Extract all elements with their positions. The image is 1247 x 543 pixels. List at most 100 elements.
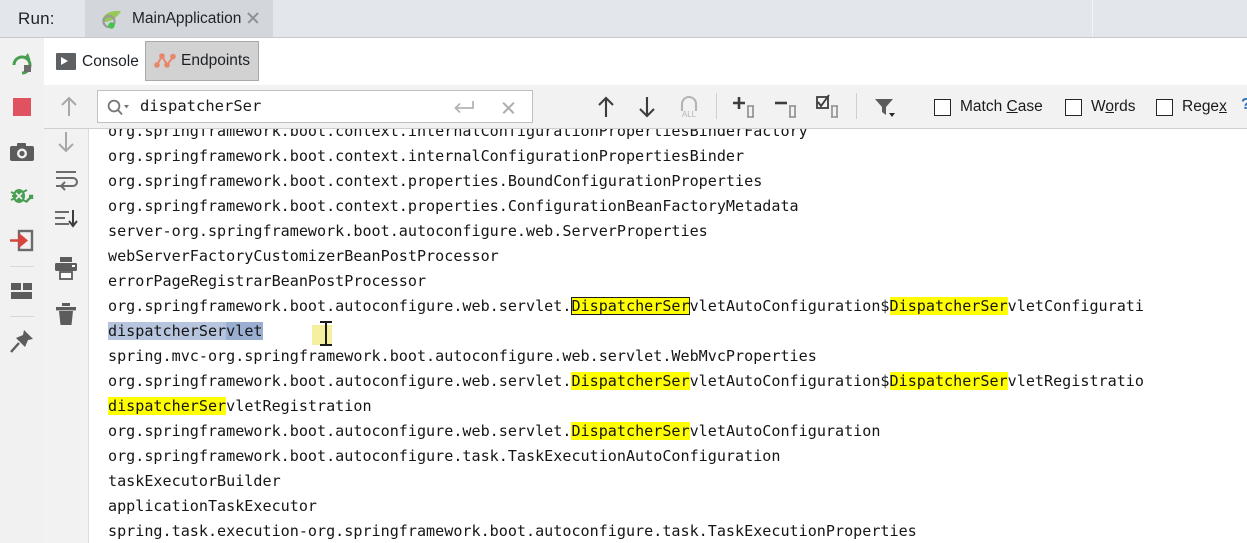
line-text: errorPageRegistrarBeanPostProcessor bbox=[108, 272, 427, 290]
line-text: taskExecutorBuilder bbox=[108, 472, 281, 490]
line-text: org.springframework.boot.autoconfigure.w… bbox=[108, 297, 572, 315]
tab-console[interactable]: Console bbox=[56, 42, 139, 81]
tab-endpoints[interactable]: Endpoints bbox=[145, 41, 259, 81]
line-text: vletAutoConfiguration$ bbox=[689, 297, 890, 315]
console-line: dispatcherServletRegistration bbox=[108, 394, 372, 419]
printer-icon[interactable] bbox=[53, 255, 79, 281]
export-arrow-icon[interactable] bbox=[9, 228, 35, 254]
console-actions-rail bbox=[44, 129, 89, 543]
console-line: applicationTaskExecutor bbox=[108, 494, 317, 519]
scroll-to-end-button[interactable] bbox=[53, 207, 79, 233]
toolbar-separator-1 bbox=[716, 93, 717, 119]
checkbox-words[interactable]: Words bbox=[1065, 95, 1136, 119]
soft-wrap-button[interactable] bbox=[53, 167, 79, 193]
checkbox-regex[interactable]: Regex bbox=[1156, 95, 1227, 119]
line-text: vletAutoConfiguration bbox=[689, 422, 881, 440]
endpoints-graph-icon bbox=[154, 52, 176, 70]
run-tab-title: MainApplication bbox=[132, 10, 242, 27]
pin-icon[interactable] bbox=[9, 328, 35, 354]
rerun-icon[interactable] bbox=[9, 50, 35, 76]
match-highlight: DispatcherSer bbox=[571, 297, 690, 315]
console-line: spring.task.execution-org.springframewor… bbox=[108, 519, 917, 543]
line-text: applicationTaskExecutor bbox=[108, 497, 318, 515]
console-line: errorPageRegistrarBeanPostProcessor bbox=[108, 269, 426, 294]
line-text: org.springframework.boot.context.interna… bbox=[108, 129, 808, 140]
console-line: org.springframework.boot.context.propert… bbox=[108, 169, 762, 194]
svg-text:ALL: ALL bbox=[682, 110, 697, 119]
toolbar-separator-2 bbox=[856, 93, 857, 119]
line-text: org.springframework.boot.autoconfigure.w… bbox=[108, 422, 572, 440]
checkbox-box[interactable] bbox=[934, 98, 951, 116]
console-line: org.springframework.boot.autoconfigure.w… bbox=[108, 294, 1144, 319]
line-text: spring.task.execution-org.springframewor… bbox=[108, 522, 917, 540]
line-text: vletConfigurati bbox=[1007, 297, 1144, 315]
console-line: dispatcherServlet bbox=[108, 319, 263, 344]
match-highlight: DispatcherSer bbox=[571, 422, 690, 440]
console-terminal-icon bbox=[56, 53, 76, 70]
tab-endpoints-label: Endpoints bbox=[181, 52, 250, 69]
match-highlight: DispatcherSer bbox=[889, 372, 1008, 390]
line-text: webServerFactoryCustomizerBeanPostProces… bbox=[108, 247, 499, 265]
run-tab-bar: Run: MainApplication bbox=[0, 0, 1247, 38]
console-line: org.springframework.boot.autoconfigure.w… bbox=[108, 419, 880, 444]
console-line: taskExecutorBuilder bbox=[108, 469, 281, 494]
match-highlight: dispatcherSer bbox=[108, 397, 227, 415]
bug-icon[interactable] bbox=[9, 184, 35, 210]
search-magnifier-dropdown-icon[interactable] bbox=[107, 99, 131, 116]
line-text: server-org.springframework.boot.autoconf… bbox=[108, 222, 708, 240]
console-line: server-org.springframework.boot.autoconf… bbox=[108, 219, 708, 244]
line-text: org.springframework.boot.context.interna… bbox=[108, 147, 745, 165]
search-input[interactable]: dispatcherSer bbox=[97, 90, 533, 123]
line-text: org.springframework.boot.context.propert… bbox=[108, 172, 763, 190]
line-text: org.springframework.boot.autoconfigure.w… bbox=[108, 372, 572, 390]
console-line: spring.mvc-org.springframework.boot.auto… bbox=[108, 344, 817, 369]
checkbox-words-label: Words bbox=[1091, 98, 1136, 115]
enter-return-icon[interactable] bbox=[452, 99, 474, 115]
camera-icon[interactable] bbox=[9, 140, 35, 166]
find-next-button[interactable] bbox=[634, 94, 660, 120]
checkbox-box[interactable] bbox=[1156, 98, 1173, 116]
match-highlight: DispatcherSer bbox=[571, 372, 690, 390]
console-line: org.springframework.boot.context.interna… bbox=[108, 144, 744, 169]
tab-console-label: Console bbox=[82, 52, 139, 70]
match-highlight: DispatcherSer bbox=[889, 297, 1008, 315]
checkbox-match-case-label: Match Case bbox=[960, 98, 1043, 115]
text-cursor-icon bbox=[320, 320, 332, 348]
remove-lines-button[interactable] bbox=[772, 94, 798, 120]
console-line: org.springframework.boot.autoconfigure.w… bbox=[108, 369, 1144, 394]
spring-leaf-icon bbox=[101, 9, 123, 29]
console-line: webServerFactoryCustomizerBeanPostProces… bbox=[108, 244, 499, 269]
line-text: org.springframework.boot.context.propert… bbox=[108, 197, 799, 215]
scroll-up-button[interactable] bbox=[56, 94, 82, 120]
console-line: org.springframework.boot.context.interna… bbox=[108, 129, 808, 144]
line-text: vletAutoConfiguration$ bbox=[689, 372, 890, 390]
run-tool-window: Run: MainApplication Console Endpoints d… bbox=[0, 0, 1247, 543]
console-line: org.springframework.boot.autoconfigure.t… bbox=[108, 444, 780, 469]
run-tab-bar-divider bbox=[1092, 0, 1093, 38]
check-lines-button[interactable] bbox=[814, 94, 840, 120]
match-highlight: vlet bbox=[226, 322, 263, 340]
scroll-down-button[interactable] bbox=[53, 129, 79, 155]
trash-icon[interactable] bbox=[53, 301, 79, 327]
close-icon[interactable] bbox=[246, 11, 260, 25]
stop-square-icon[interactable] bbox=[9, 94, 35, 120]
clear-search-icon[interactable] bbox=[501, 100, 516, 115]
console-tool-tabs: Console Endpoints bbox=[44, 38, 1247, 85]
match-highlight: dispatcherSer bbox=[108, 322, 227, 340]
checkbox-match-case[interactable]: Match Case bbox=[934, 95, 1043, 119]
select-all-occurrences-button[interactable]: ALL bbox=[676, 94, 702, 120]
console-output[interactable]: org.springframework.boot.context.interna… bbox=[44, 129, 1247, 543]
console-line: org.springframework.boot.context.propert… bbox=[108, 194, 799, 219]
add-lines-button[interactable] bbox=[730, 94, 756, 120]
help-link[interactable]: ? bbox=[1241, 96, 1247, 114]
filter-funnel-icon[interactable] bbox=[872, 94, 898, 120]
run-tab-mainapplication[interactable]: MainApplication bbox=[85, 0, 273, 38]
line-text: spring.mvc-org.springframework.boot.auto… bbox=[108, 347, 817, 365]
rail-divider-2 bbox=[10, 316, 34, 317]
run-label: Run: bbox=[18, 9, 55, 28]
search-input-value[interactable]: dispatcherSer bbox=[140, 97, 261, 115]
line-text: vletRegistration bbox=[226, 397, 372, 415]
layout-grid-icon[interactable] bbox=[9, 278, 35, 304]
checkbox-box[interactable] bbox=[1065, 98, 1082, 116]
find-previous-button[interactable] bbox=[593, 94, 619, 120]
